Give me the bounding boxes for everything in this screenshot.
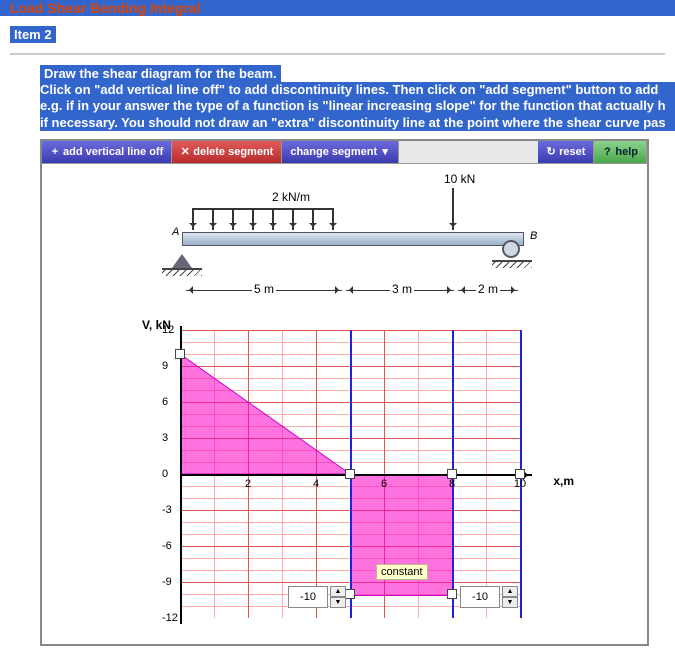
- plus-icon: +: [50, 146, 60, 158]
- value-stepper-2[interactable]: ▲ ▼: [460, 586, 518, 608]
- step-up-icon[interactable]: ▲: [502, 586, 518, 597]
- y-tick: 6: [162, 396, 168, 408]
- segment-handle[interactable]: [447, 589, 457, 599]
- value-stepper-1[interactable]: ▲ ▼: [288, 586, 346, 608]
- instruction-title: Draw the shear diagram for the beam.: [40, 65, 281, 82]
- x-icon: ✕: [180, 145, 190, 158]
- segment-handle[interactable]: [447, 469, 457, 479]
- change-segment-label: change segment: [290, 146, 377, 158]
- dim-3m: 3 m: [390, 282, 414, 296]
- toolbar-spacer: [399, 141, 538, 163]
- step-down-icon[interactable]: ▼: [502, 597, 518, 608]
- dist-arrow-icon: [212, 208, 214, 230]
- x-tick: 2: [245, 478, 251, 490]
- y-tick: 9: [162, 360, 168, 372]
- y-tick: 0: [162, 468, 168, 480]
- y-axis-icon: [180, 326, 182, 624]
- y-tick: -3: [162, 504, 172, 516]
- x-axis-label: x,m: [553, 474, 574, 488]
- workspace[interactable]: 10 kN 2 kN/m A B 5 m 3 m 2 m: [42, 164, 647, 644]
- beam-body-icon: [182, 232, 524, 246]
- dist-arrow-icon: [332, 208, 334, 230]
- add-vline-label: add vertical line off: [63, 146, 163, 158]
- instruction-body: Click on "add vertical line off" to add …: [40, 82, 675, 131]
- dim-2m: 2 m: [476, 282, 500, 296]
- beam-diagram: 10 kN 2 kN/m A B 5 m 3 m 2 m: [152, 172, 542, 312]
- help-button[interactable]: ? help: [594, 141, 647, 163]
- drawing-canvas: + add vertical line off ✕ delete segment…: [40, 139, 649, 646]
- dist-arrow-icon: [272, 208, 274, 230]
- point-load-arrow-icon: [452, 188, 454, 230]
- dist-arrow-icon: [252, 208, 254, 230]
- dist-load-bar-icon: [192, 208, 332, 210]
- x-axis-icon: [180, 474, 532, 476]
- change-segment-button[interactable]: change segment ▾: [282, 141, 399, 163]
- x-tick: 8: [449, 478, 455, 490]
- item-tag: Item 2: [10, 26, 56, 43]
- step-up-icon[interactable]: ▲: [330, 586, 346, 597]
- breadcrumb[interactable]: Load Shear Bending Integral: [0, 0, 675, 16]
- pin-support-icon: [172, 244, 192, 268]
- divider: [10, 53, 665, 55]
- chevron-down-icon: ▾: [380, 145, 390, 158]
- dist-arrow-icon: [312, 208, 314, 230]
- delete-segment-button[interactable]: ✕ delete segment: [172, 141, 282, 163]
- reset-label: reset: [559, 146, 585, 158]
- toolbar: + add vertical line off ✕ delete segment…: [42, 141, 647, 164]
- shear-plot[interactable]: V, kN x,m 12 9 6 3 0 -3 -6 -9 -12: [152, 326, 542, 631]
- dist-arrow-icon: [292, 208, 294, 230]
- ground-hatch-icon: [162, 268, 202, 270]
- support-B-label: B: [530, 230, 537, 242]
- reset-button[interactable]: ↻ reset: [538, 141, 594, 163]
- x-tick: 4: [313, 478, 319, 490]
- x-tick: 10: [514, 478, 526, 490]
- help-label: help: [615, 146, 638, 158]
- add-vertical-line-button[interactable]: + add vertical line off: [42, 141, 172, 163]
- segment-handle[interactable]: [345, 469, 355, 479]
- segment-handle[interactable]: [515, 469, 525, 479]
- step-down-icon[interactable]: ▼: [330, 597, 346, 608]
- y-tick: 12: [162, 324, 174, 336]
- dist-arrow-icon: [192, 208, 194, 230]
- roller-support-icon: [502, 240, 520, 258]
- y-tick: 3: [162, 432, 168, 444]
- refresh-icon: ↻: [546, 145, 556, 158]
- segment-handle[interactable]: [345, 589, 355, 599]
- y-tick: -12: [162, 612, 178, 624]
- stepper-input[interactable]: [460, 586, 500, 608]
- dist-arrow-icon: [232, 208, 234, 230]
- delete-segment-label: delete segment: [193, 146, 273, 158]
- segment-tooltip: constant: [376, 564, 428, 580]
- y-tick: -9: [162, 576, 172, 588]
- support-A-label: A: [172, 226, 179, 238]
- segment-handle[interactable]: [175, 349, 185, 359]
- ground-hatch-icon: [492, 260, 532, 262]
- y-tick: -6: [162, 540, 172, 552]
- dist-load-label: 2 kN/m: [272, 190, 310, 204]
- point-load-label: 10 kN: [444, 172, 475, 186]
- stepper-input[interactable]: [288, 586, 328, 608]
- x-tick: 6: [381, 478, 387, 490]
- question-icon: ?: [602, 146, 612, 158]
- dim-5m: 5 m: [252, 282, 276, 296]
